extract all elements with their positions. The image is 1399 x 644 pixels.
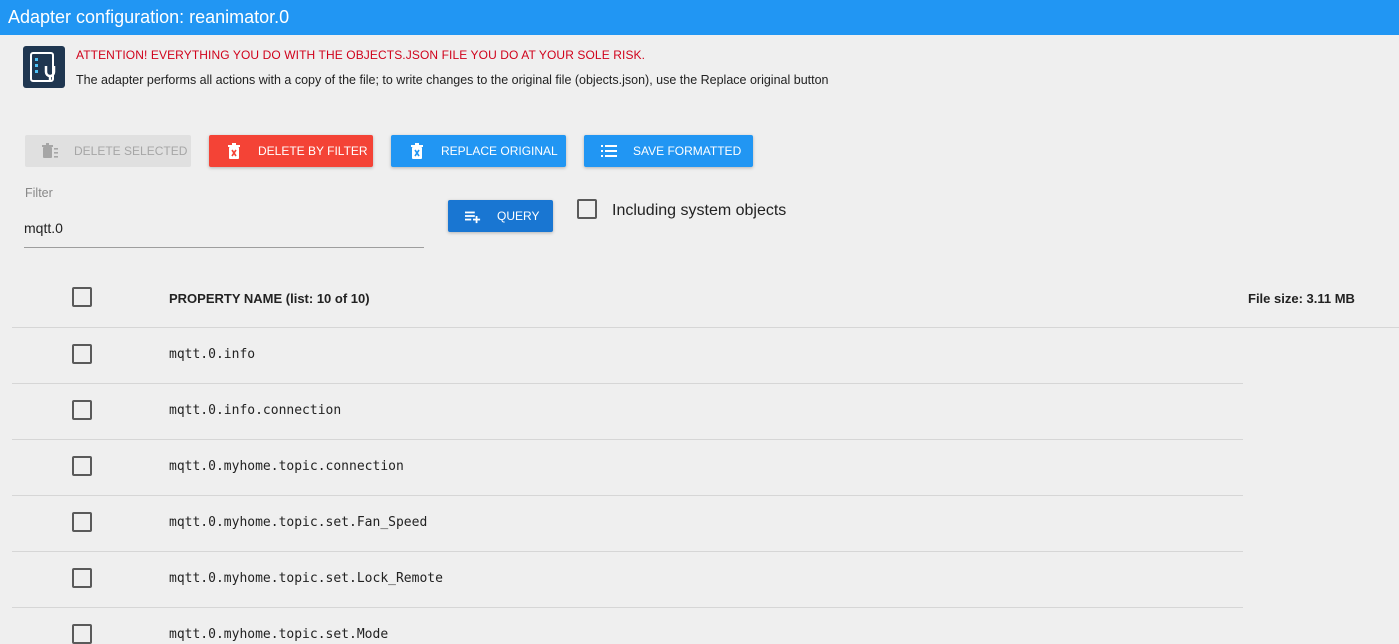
table-row[interactable]: mqtt.0.info.connection (12, 384, 1243, 440)
delete-selected-button[interactable]: DELETE SELECTED (25, 135, 191, 167)
filter-input[interactable] (24, 208, 424, 248)
list-icon (601, 143, 617, 159)
replace-original-label: REPLACE ORIGINAL (441, 144, 558, 158)
table-row[interactable]: mqtt.0.myhome.topic.set.Lock_Remote (12, 552, 1243, 608)
query-label: QUERY (497, 209, 540, 223)
property-name: mqtt.0.myhome.topic.set.Lock_Remote (169, 571, 443, 586)
row-checkbox[interactable] (72, 344, 92, 364)
adapter-logo (23, 46, 65, 88)
file-size: File size: 3.11 MB (1248, 291, 1355, 306)
trash-filter-icon (226, 143, 242, 159)
table-row[interactable]: mqtt.0.info (12, 328, 1243, 384)
save-formatted-button[interactable]: SAVE FORMATTED (584, 135, 753, 167)
trash-replace-icon (409, 143, 425, 159)
query-button[interactable]: QUERY (448, 200, 553, 232)
delete-by-filter-label: DELETE BY FILTER (258, 144, 368, 158)
system-objects-label: Including system objects (612, 202, 787, 219)
property-name-header: PROPERTY NAME (list: 10 of 10) (169, 291, 370, 306)
delete-by-filter-button[interactable]: DELETE BY FILTER (209, 135, 373, 167)
property-name: mqtt.0.info (169, 347, 256, 362)
table-row[interactable]: mqtt.0.myhome.topic.connection (12, 440, 1243, 496)
row-checkbox[interactable] (72, 624, 92, 644)
property-name: mqtt.0.myhome.topic.connection (169, 459, 404, 474)
save-formatted-label: SAVE FORMATTED (633, 144, 742, 158)
window-title: Adapter configuration: reanimator.0 (0, 0, 1399, 35)
property-name: mqtt.0.myhome.topic.set.Fan_Speed (169, 515, 428, 530)
row-checkbox[interactable] (72, 512, 92, 532)
row-checkbox[interactable] (72, 400, 92, 420)
property-name: mqtt.0.myhome.topic.set.Mode (169, 627, 389, 642)
row-checkbox[interactable] (72, 456, 92, 476)
table-row[interactable]: mqtt.0.myhome.topic.set.Fan_Speed (12, 496, 1243, 552)
playlist-add-icon (465, 208, 481, 224)
property-name: mqtt.0.info.connection (169, 403, 342, 418)
table-row[interactable]: mqtt.0.myhome.topic.set.Mode (12, 608, 1243, 644)
system-objects-checkbox[interactable] (577, 199, 597, 219)
row-checkbox[interactable] (72, 568, 92, 588)
select-all-checkbox[interactable] (72, 287, 92, 307)
delete-selected-label: DELETE SELECTED (74, 144, 188, 158)
replace-original-button[interactable]: REPLACE ORIGINAL (391, 135, 566, 167)
filter-label: Filter (25, 186, 53, 200)
trash-icon (42, 143, 58, 159)
info-text: The adapter performs all actions with a … (76, 73, 829, 87)
attention-warning: ATTENTION! EVERYTHING YOU DO WITH THE OB… (76, 48, 646, 62)
